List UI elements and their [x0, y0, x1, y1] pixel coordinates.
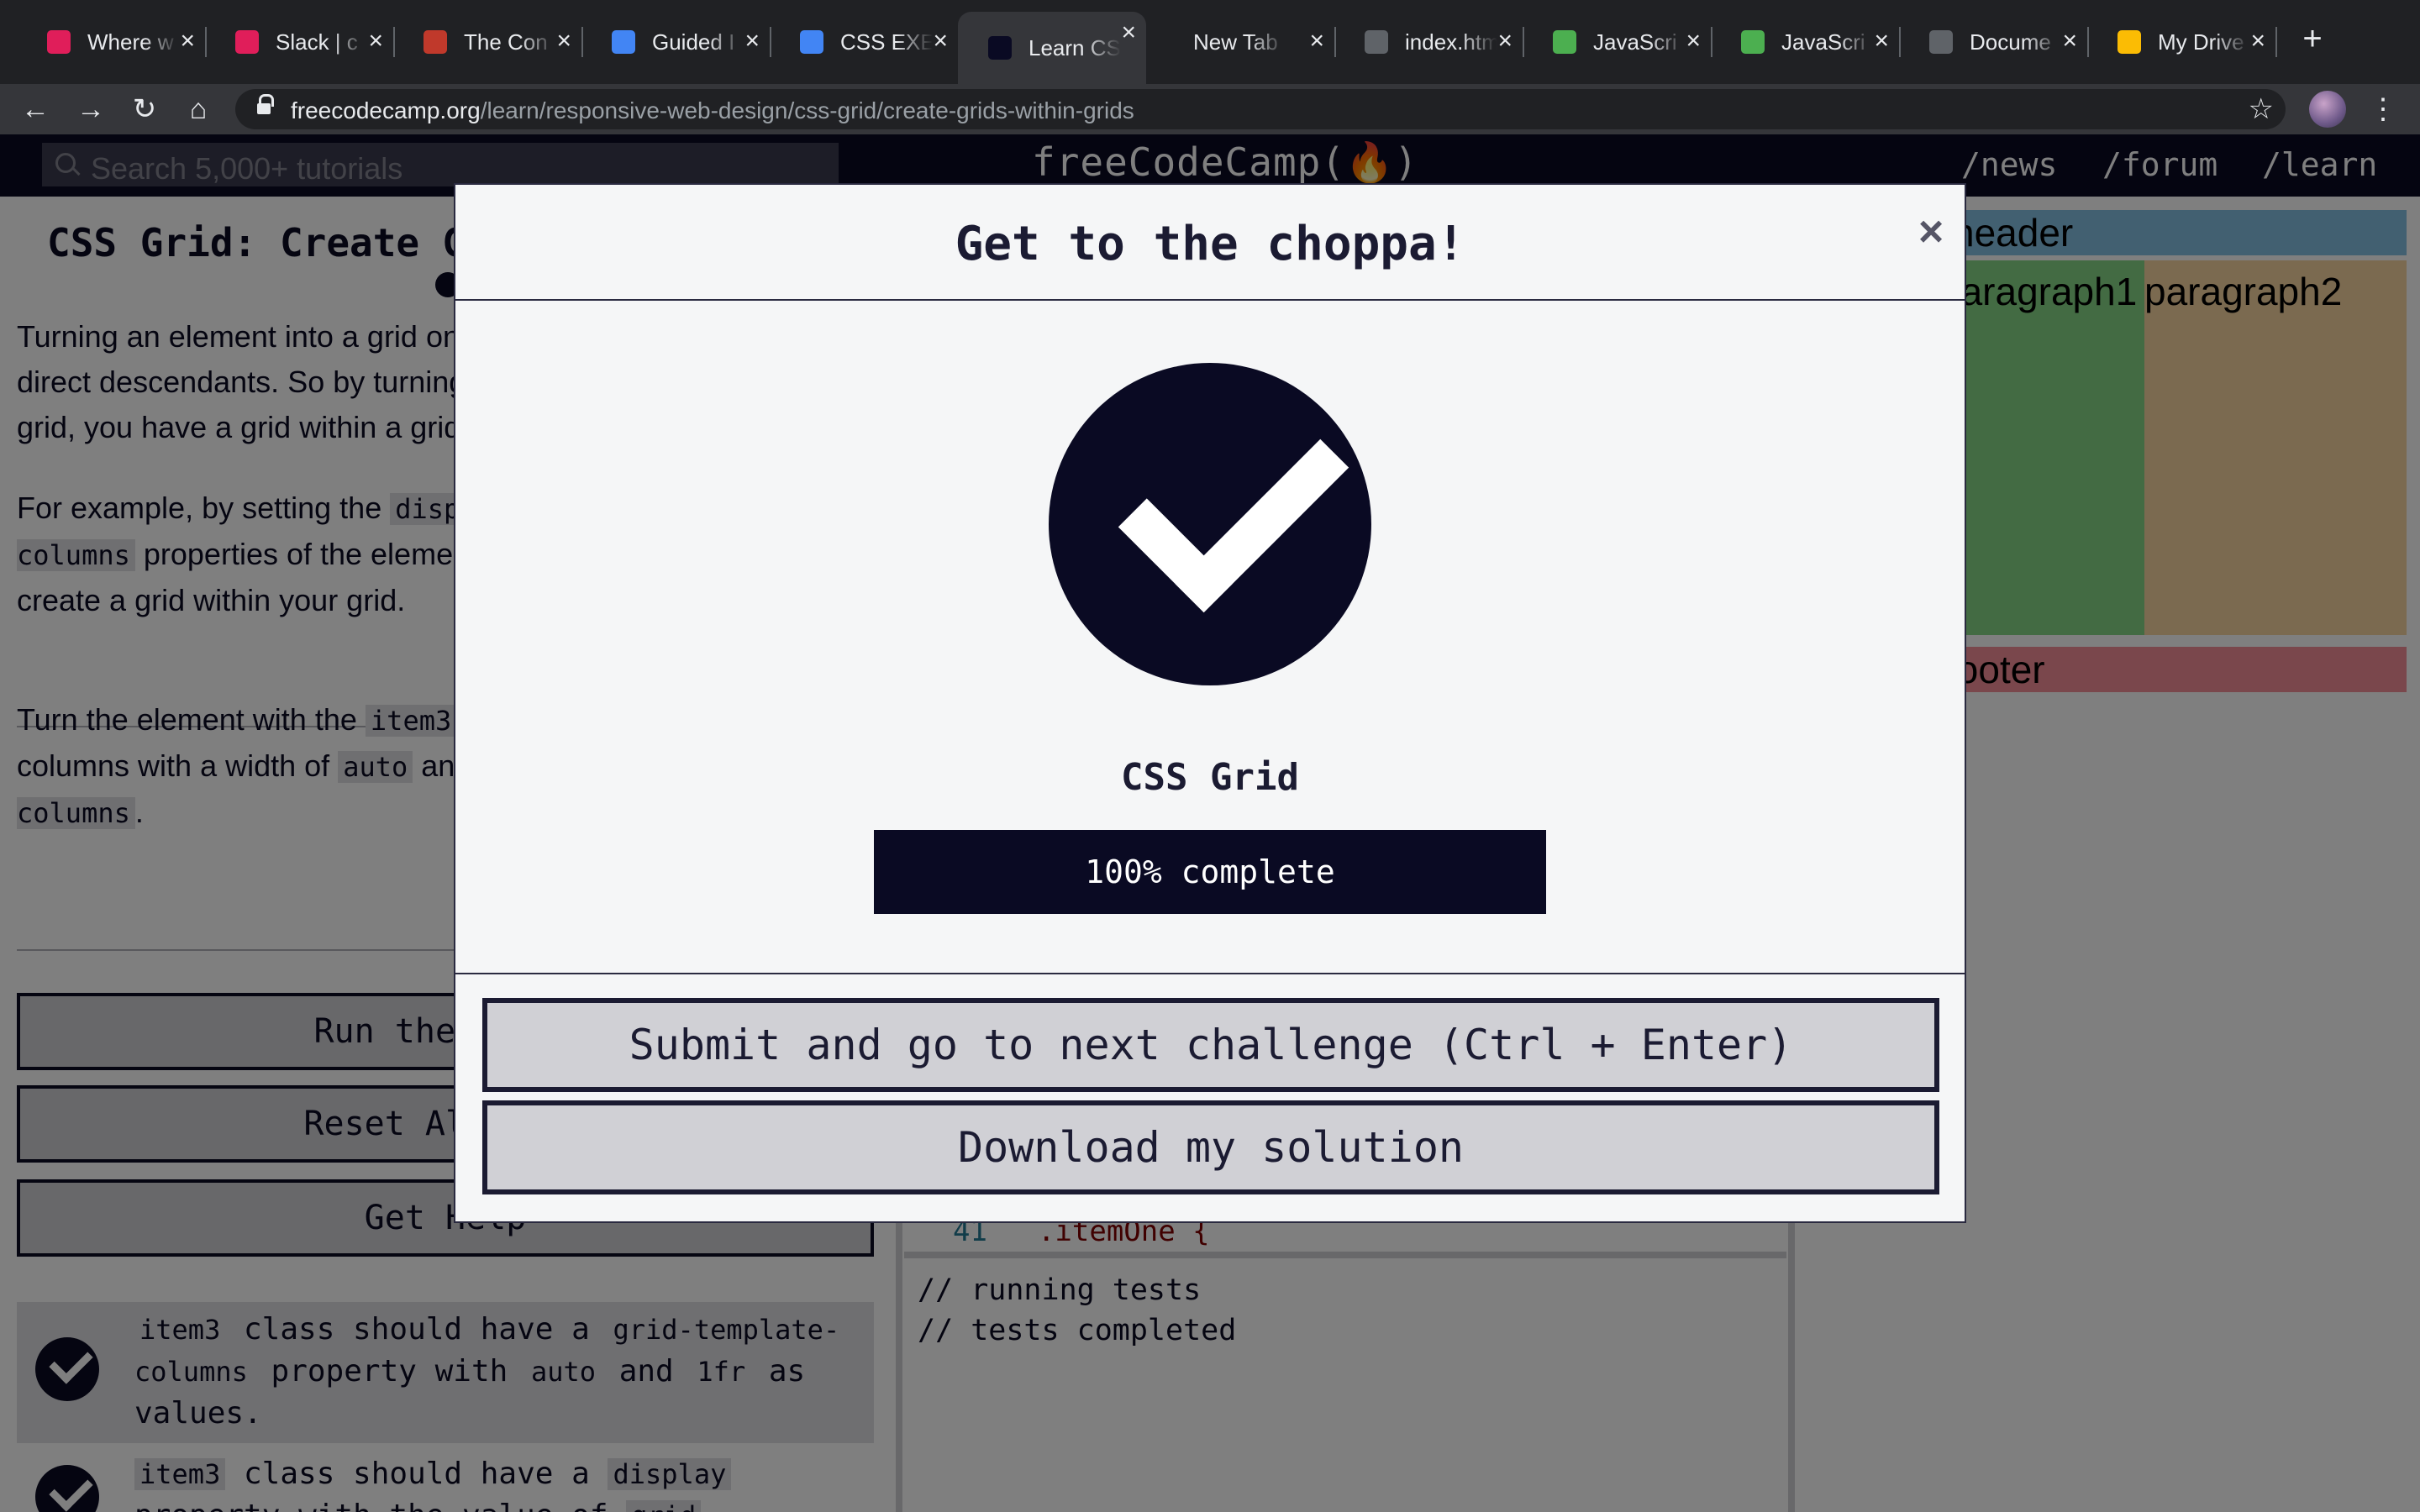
tab-label: Where w [87, 29, 174, 55]
slack-icon [235, 30, 259, 54]
tab-label: JavaScri [1781, 29, 1865, 55]
browser-tab-bar: Where w × Slack | c × The Con × Guided I × CSS E… [0, 0, 2420, 84]
tab-label: My Drive [2158, 29, 2244, 55]
tab-close-icon[interactable]: × [1309, 29, 1324, 54]
home-icon[interactable]: ⌂ [180, 91, 217, 128]
new-tab-button[interactable]: + [2296, 22, 2329, 55]
slack-icon [47, 30, 71, 54]
tab-close-icon[interactable]: × [1874, 29, 1889, 54]
browser-tab[interactable]: The Con × [393, 20, 583, 64]
w3schools-icon [1553, 30, 1576, 54]
browser-toolbar: ← → ↻ ⌂ freecodecamp.org/learn/responsiv… [0, 84, 2420, 134]
address-bar[interactable]: freecodecamp.org/learn/responsive-web-de… [235, 89, 2286, 129]
freecodecamp-icon [988, 36, 1012, 60]
tab-label: New Tab [1193, 29, 1278, 55]
tab-label: Slack | c [276, 29, 358, 55]
url-text[interactable]: freecodecamp.org/learn/responsive-web-de… [291, 97, 1134, 124]
tab-label: Guided I [652, 29, 735, 55]
browser-tab[interactable]: New Tab × [1146, 20, 1336, 64]
forward-icon[interactable]: → [72, 91, 109, 128]
globe-icon [1365, 30, 1388, 54]
bookmark-star-icon[interactable]: ☆ [2249, 92, 2274, 126]
divider [455, 973, 1965, 974]
lock-icon[interactable] [257, 94, 274, 117]
tab-close-icon[interactable]: × [180, 29, 195, 54]
tab-label: Docume [1970, 29, 2051, 55]
browser-tab[interactable]: Slack | c × [205, 20, 395, 64]
modal-title: Get to the choppa! [955, 217, 1465, 271]
browser-tab[interactable]: Where w × [17, 20, 207, 64]
tab-label: CSS EXE [840, 29, 933, 55]
globe-icon [1929, 30, 1953, 54]
back-icon[interactable]: ← [17, 91, 54, 128]
success-check-icon [1049, 363, 1371, 685]
progress-label: 100% complete [1085, 853, 1335, 890]
tab-close-icon[interactable]: × [1497, 29, 1512, 54]
profile-avatar[interactable] [2309, 91, 2346, 128]
block-name: CSS Grid [1121, 756, 1299, 799]
reload-icon[interactable]: ↻ [126, 91, 163, 128]
close-icon[interactable]: × [1912, 210, 1949, 254]
tab-label: index.htm [1405, 29, 1497, 55]
browser-tab[interactable]: Guided I × [581, 20, 771, 64]
browser-tab[interactable]: Learn CS × [958, 12, 1146, 84]
google-drive-icon [2118, 30, 2141, 54]
tab-close-icon[interactable]: × [368, 29, 383, 54]
google-docs-icon [800, 30, 823, 54]
submit-next-button[interactable]: Submit and go to next challenge (Ctrl + … [482, 998, 1939, 1092]
tab-separator [2275, 27, 2277, 57]
tab-close-icon[interactable]: × [933, 29, 948, 54]
tab-close-icon[interactable]: × [1686, 29, 1701, 54]
tab-close-icon[interactable]: × [744, 29, 760, 54]
browser-tab[interactable]: Docume × [1899, 20, 2089, 64]
browser-tab[interactable]: index.htm × [1334, 20, 1524, 64]
progress-bar: 100% complete [874, 830, 1546, 914]
google-docs-icon [612, 30, 635, 54]
tab-close-icon[interactable]: × [556, 29, 571, 54]
modal-header: Get to the choppa! × [455, 185, 1965, 301]
tab-close-icon[interactable]: × [2250, 29, 2265, 54]
tab-label: JavaScri [1593, 29, 1677, 55]
download-solution-button[interactable]: Download my solution [482, 1100, 1939, 1194]
tab-close-icon[interactable]: × [1121, 20, 1136, 45]
browser-tab[interactable]: JavaScri × [1711, 20, 1901, 64]
w3schools-icon [1741, 30, 1765, 54]
completion-modal: Get to the choppa! × CSS Grid 100% compl… [454, 183, 1966, 1223]
tab-label: The Con [464, 29, 548, 55]
browser-tab[interactable]: JavaScri × [1523, 20, 1712, 64]
tab-close-icon[interactable]: × [2062, 29, 2077, 54]
browser-tab[interactable]: CSS EXE × [770, 20, 958, 64]
browser-tab[interactable]: My Drive × [2087, 20, 2277, 64]
red-book-icon [424, 30, 447, 54]
tab-label: Learn CS [1028, 34, 1121, 60]
browser-menu-icon[interactable]: ⋮ [2366, 91, 2400, 128]
